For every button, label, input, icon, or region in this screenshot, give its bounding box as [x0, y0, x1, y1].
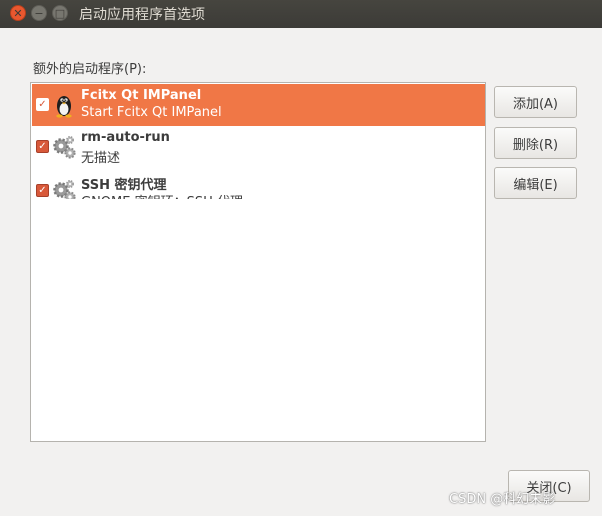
window-minimize-button[interactable]: −: [31, 5, 47, 21]
window-maximize-button[interactable]: □: [52, 5, 68, 21]
maximize-icon: □: [54, 6, 66, 20]
window-title: 启动应用程序首选项: [79, 7, 205, 23]
program-name: rm-auto-run: [81, 130, 170, 145]
window-close-button[interactable]: ✕: [10, 5, 26, 21]
gears-icon: [53, 135, 76, 159]
enabled-checkbox[interactable]: ✓: [36, 98, 49, 111]
enabled-checkbox[interactable]: ✓: [36, 140, 49, 153]
startup-programs-list[interactable]: ✓ Fcitx Qt IMPanel Start Fcitx Qt IMPane…: [30, 82, 486, 442]
tux-penguin-icon: [56, 96, 72, 118]
program-description: GNOME 密钥环：SSH 代理: [81, 191, 243, 199]
program-description: 无描述: [81, 151, 121, 166]
list-item[interactable]: ✓ SSH 密钥代理 GNOME 密钥环：SSH 代理: [32, 170, 485, 199]
enabled-checkbox[interactable]: ✓: [36, 184, 49, 197]
startup-preferences-window: ✕ − □ 启动应用程序首选项 额外的启动程序(P): ✓ Fcitx Qt I…: [0, 0, 602, 516]
add-button[interactable]: 添加(A): [494, 86, 577, 118]
gears-icon: [53, 179, 76, 199]
program-description: Start Fcitx Qt IMPanel: [81, 105, 222, 120]
title-bar[interactable]: ✕ − □ 启动应用程序首选项: [0, 0, 602, 28]
list-item[interactable]: ✓ Fcitx Qt IMPanel Start Fcitx Qt IMPane…: [32, 84, 485, 126]
csdn-watermark: CSDN @科幻未影: [449, 492, 556, 507]
program-name: Fcitx Qt IMPanel: [81, 88, 202, 103]
edit-button[interactable]: 编辑(E): [494, 167, 577, 199]
startup-programs-label: 额外的启动程序(P):: [33, 62, 147, 77]
remove-button[interactable]: 删除(R): [494, 127, 577, 159]
close-icon: ✕: [13, 6, 23, 20]
minimize-icon: −: [34, 6, 44, 20]
list-item[interactable]: ✓ rm-auto-run 无描述: [32, 126, 485, 168]
